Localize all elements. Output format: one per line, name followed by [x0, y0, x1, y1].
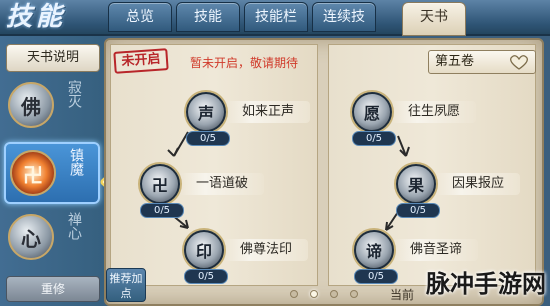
- lotus-icon: 心: [8, 214, 54, 260]
- tab-skill-bar[interactable]: 技能栏: [244, 2, 308, 32]
- page-dot[interactable]: [330, 290, 338, 298]
- palm-seal-icon: 印: [184, 230, 224, 270]
- sound-wave-icon: 声: [186, 92, 226, 132]
- skill-node-name: 如来正声: [226, 101, 310, 123]
- skill-node-name: 一语道破: [180, 173, 264, 195]
- flame-seal-icon: 卍: [10, 150, 56, 196]
- skill-level-badge: 0/5: [184, 269, 228, 284]
- skill-level-badge: 0/5: [396, 203, 440, 218]
- skill-name: 寂灭: [66, 80, 82, 108]
- monk-silhouette-icon: 愿: [352, 92, 392, 132]
- skill-level-badge: 0/5: [186, 131, 230, 146]
- sidebar-skill-chanxin[interactable]: 心 禅心: [4, 208, 100, 270]
- watermark: 脉冲手游网: [426, 270, 546, 298]
- skill-level-badge: 0/5: [352, 131, 396, 146]
- page-dot[interactable]: [290, 290, 298, 298]
- skill-name: 镇魔: [68, 148, 84, 176]
- sidebar-skill-zhenmo[interactable]: 卍 镇魔: [4, 142, 100, 204]
- skill-node-name: 因果报应: [436, 173, 520, 195]
- page-dot[interactable]: [350, 290, 358, 298]
- skill-level-badge: 0/5: [354, 269, 398, 284]
- skill-node-name: 佛音圣谛: [394, 239, 478, 261]
- page-dot[interactable]: [310, 290, 318, 298]
- recommend-points-button[interactable]: 推荐加点: [106, 268, 146, 302]
- skill-logo: 技能: [6, 2, 67, 32]
- tab-heavenly-book[interactable]: 天书: [402, 2, 466, 36]
- page-indicator: [290, 290, 380, 300]
- tab-combo[interactable]: 连续技: [312, 2, 376, 32]
- sidebar-skill-jimie[interactable]: 佛 寂灭: [4, 76, 100, 138]
- skill-level-badge: 0/5: [140, 203, 184, 218]
- skill-name: 禅心: [66, 212, 82, 240]
- tab-overview[interactable]: 总览: [108, 2, 172, 32]
- book-info-button[interactable]: 天书说明: [6, 44, 100, 72]
- sidebar: 天书说明 佛 寂灭 卍 镇魔 心 禅心 重修: [0, 36, 104, 306]
- holy-chant-icon: 谛: [354, 230, 394, 270]
- swastika-seal-icon: 卍: [140, 164, 180, 204]
- karma-orb-icon: 果: [396, 164, 436, 204]
- reset-button[interactable]: 重修: [6, 276, 100, 302]
- buddha-seal-icon: 佛: [8, 82, 54, 128]
- skill-node-name: 佛尊法印: [224, 239, 308, 261]
- tab-skills[interactable]: 技能: [176, 2, 240, 32]
- top-bar: 技能 总览 技能 技能栏 连续技 天书: [0, 0, 550, 36]
- skill-node-name: 往生夙愿: [392, 101, 476, 123]
- skill-screen: 技能 总览 技能 技能栏 连续技 天书 天书说明 佛 寂灭 卍 镇魔 心 禅心 …: [0, 0, 550, 306]
